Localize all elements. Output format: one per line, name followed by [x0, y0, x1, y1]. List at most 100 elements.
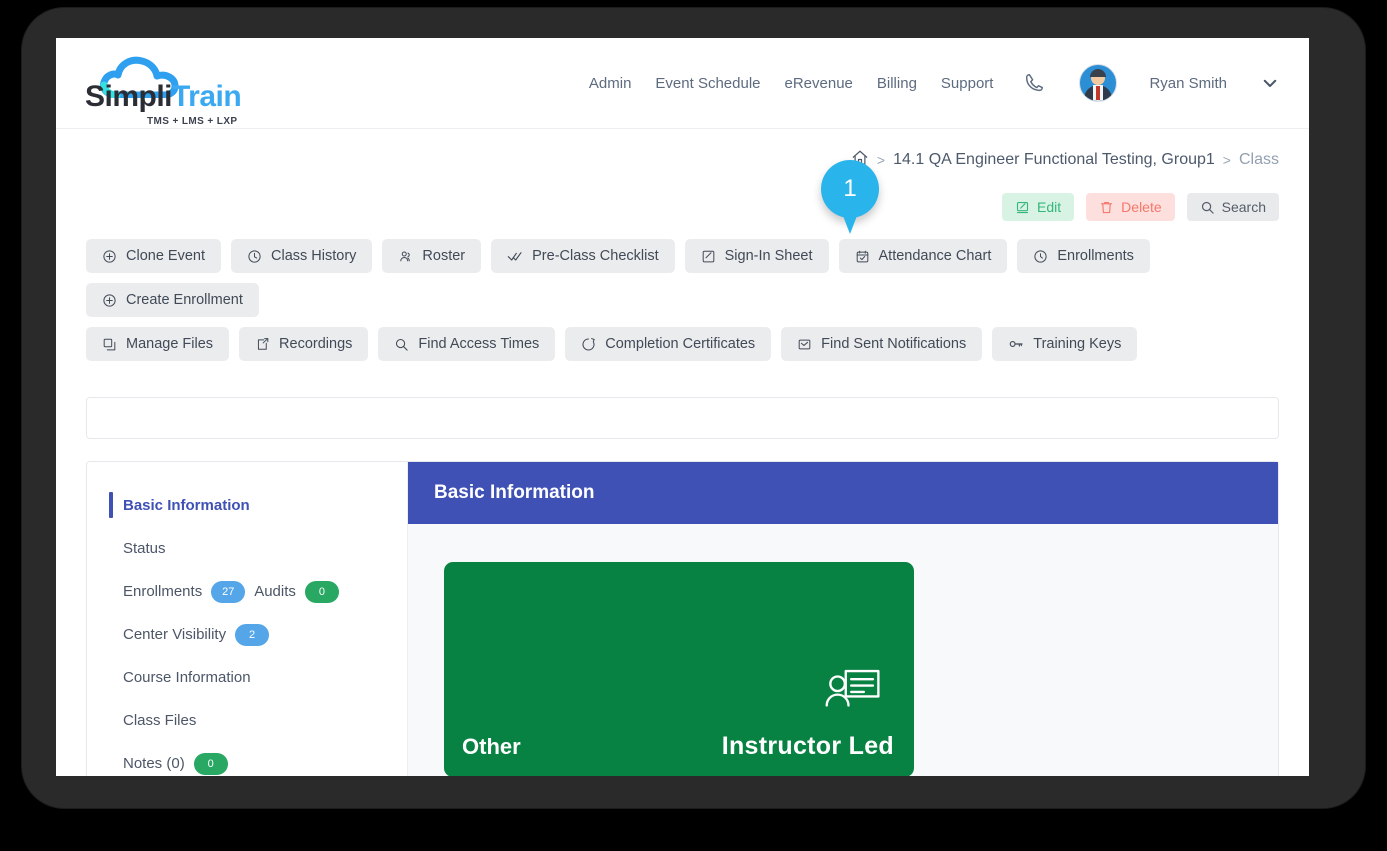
chip-attendance-chart[interactable]: Attendance Chart — [839, 239, 1008, 273]
user-name[interactable]: Ryan Smith — [1149, 75, 1227, 92]
nav-item-support[interactable]: Support — [941, 75, 994, 92]
breadcrumb-separator-2: > — [1223, 152, 1231, 168]
toolbar-row-2: Manage Files Recordings Find Access Time… — [56, 317, 1309, 361]
brand-name-part2: Train — [172, 80, 241, 113]
brand-name-part1: Simpli — [85, 80, 172, 113]
breadcrumb-current: Class — [1239, 151, 1279, 169]
chip-label: Roster — [422, 248, 465, 264]
sidebar-item-label: Basic Information — [123, 497, 250, 514]
chip-training-keys[interactable]: Training Keys — [992, 327, 1137, 361]
brand-logo[interactable]: SimpliTrain TMS + LMS + LXP — [79, 48, 279, 120]
nav-item-billing[interactable]: Billing — [877, 75, 917, 92]
chip-label: Recordings — [279, 336, 352, 352]
chip-label: Clone Event — [126, 248, 205, 264]
panel-title: Basic Information — [408, 462, 1278, 524]
notes-count-badge: 0 — [194, 753, 228, 775]
chip-find-access-times[interactable]: Find Access Times — [378, 327, 555, 361]
breadcrumb-parent[interactable]: 14.1 QA Engineer Functional Testing, Gro… — [893, 151, 1215, 169]
sidebar-item-notes[interactable]: Notes (0) 0 — [87, 742, 407, 776]
chip-create-enrollment[interactable]: Create Enrollment — [86, 283, 259, 317]
sidebar-item-enrollments[interactable]: Enrollments 27 Audits 0 — [87, 570, 407, 613]
enrollments-count-badge: 27 — [211, 581, 245, 603]
empty-filter-card — [86, 397, 1279, 439]
circle-icon — [581, 337, 596, 352]
center-visibility-count-badge: 2 — [235, 624, 269, 646]
search-button[interactable]: Search — [1187, 193, 1279, 221]
class-type-card: Other Instructor Led — [444, 562, 914, 776]
search-button-label: Search — [1222, 199, 1266, 215]
key-icon — [1008, 336, 1024, 352]
nav-item-erevenue[interactable]: eRevenue — [785, 75, 853, 92]
sidebar-item-basic-information[interactable]: Basic Information — [87, 484, 407, 527]
sidebar-item-label: Enrollments — [123, 583, 202, 600]
clock-circle-icon — [1033, 249, 1048, 264]
brand-tagline: TMS + LMS + LXP — [147, 116, 237, 127]
chip-label: Create Enrollment — [126, 292, 243, 308]
chip-label: Class History — [271, 248, 356, 264]
site-header: SimpliTrain TMS + LMS + LXP Admin Event … — [56, 38, 1309, 129]
phone-icon[interactable] — [1023, 72, 1045, 94]
sidebar-item-status[interactable]: Status — [87, 527, 407, 570]
class-category: Other — [462, 734, 521, 760]
chip-sign-in-sheet[interactable]: Sign-In Sheet — [685, 239, 829, 273]
double-check-icon — [507, 248, 523, 264]
chip-label: Manage Files — [126, 336, 213, 352]
delete-button[interactable]: Delete — [1086, 193, 1174, 221]
chip-completion-certificates[interactable]: Completion Certificates — [565, 327, 771, 361]
chip-label: Attendance Chart — [879, 248, 992, 264]
chip-find-sent-notifications[interactable]: Find Sent Notifications — [781, 327, 982, 361]
chip-label: Find Sent Notifications — [821, 336, 966, 352]
chip-manage-files[interactable]: Manage Files — [86, 327, 229, 361]
envelope-check-icon — [797, 337, 812, 352]
chip-label: Pre-Class Checklist — [532, 248, 659, 264]
record-export-icon — [255, 337, 270, 352]
chip-class-history[interactable]: Class History — [231, 239, 372, 273]
chip-label: Sign-In Sheet — [725, 248, 813, 264]
chip-clone-event[interactable]: Clone Event — [86, 239, 221, 273]
chip-recordings[interactable]: Recordings — [239, 327, 368, 361]
nav-item-event-schedule[interactable]: Event Schedule — [655, 75, 760, 92]
chip-label: Training Keys — [1033, 336, 1121, 352]
copy-files-icon — [102, 337, 117, 352]
plus-circle-icon — [102, 249, 117, 264]
clock-icon — [247, 249, 262, 264]
sidebar-item-course-information[interactable]: Course Information — [87, 656, 407, 699]
callout-pin-1: 1 — [821, 160, 879, 218]
search-icon — [394, 337, 409, 352]
device-frame: SimpliTrain TMS + LMS + LXP Admin Event … — [22, 8, 1365, 808]
sidebar-item-label: Class Files — [123, 712, 196, 729]
sidebar-item-label: Center Visibility — [123, 626, 226, 643]
panel-body: Other Instructor Led — [408, 524, 1278, 776]
delete-button-label: Delete — [1121, 199, 1161, 215]
sidebar-item-label: Status — [123, 540, 166, 557]
presenter-board-icon — [824, 667, 882, 715]
breadcrumb: > 14.1 QA Engineer Functional Testing, G… — [56, 129, 1309, 191]
avatar[interactable] — [1079, 64, 1117, 102]
chip-roster[interactable]: Roster — [382, 239, 481, 273]
class-detail-card: Basic Information Status Enrollments 27 … — [86, 461, 1279, 776]
callout-number: 1 — [843, 175, 856, 203]
chip-pre-class-checklist[interactable]: Pre-Class Checklist — [491, 239, 675, 273]
sidebar-item-audits-label[interactable]: Audits — [254, 583, 296, 600]
search-icon — [1200, 200, 1215, 215]
edit-square-icon — [701, 249, 716, 264]
nav-item-admin[interactable]: Admin — [589, 75, 632, 92]
breadcrumb-separator-1: > — [877, 152, 885, 168]
detail-sidebar: Basic Information Status Enrollments 27 … — [87, 462, 407, 776]
action-button-row: Edit Delete Search — [56, 191, 1309, 223]
edit-button[interactable]: Edit — [1002, 193, 1074, 221]
chip-label: Find Access Times — [418, 336, 539, 352]
sidebar-item-center-visibility[interactable]: Center Visibility 2 — [87, 613, 407, 656]
chip-label: Enrollments — [1057, 248, 1134, 264]
chip-enrollments[interactable]: Enrollments — [1017, 239, 1150, 273]
sidebar-item-label: Notes (0) — [123, 755, 185, 772]
trash-icon — [1099, 200, 1114, 215]
class-delivery-mode: Instructor Led — [722, 732, 894, 761]
users-icon — [398, 249, 413, 264]
chip-label: Completion Certificates — [605, 336, 755, 352]
browser-screen: SimpliTrain TMS + LMS + LXP Admin Event … — [56, 38, 1309, 776]
toolbar-row-1: 1 Clone Event Class History Roster Pre-C… — [56, 223, 1309, 317]
edit-button-label: Edit — [1037, 199, 1061, 215]
sidebar-item-class-files[interactable]: Class Files — [87, 699, 407, 742]
chevron-down-icon[interactable] — [1261, 74, 1279, 92]
